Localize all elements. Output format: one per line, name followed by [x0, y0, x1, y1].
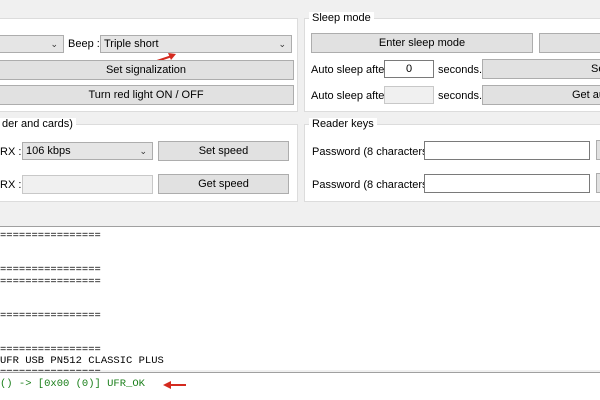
enter-sleep-label: Enter sleep mode	[378, 37, 466, 49]
rx-speed-select[interactable]: 106 kbps ⌄	[22, 142, 153, 160]
auto-sleep-seconds-value: 0	[405, 63, 413, 75]
red-light-toggle-button[interactable]: Turn red light ON / OFF	[0, 85, 294, 105]
password-input-1[interactable]	[424, 141, 590, 160]
beep-select[interactable]: Triple short ⌄	[100, 35, 292, 53]
rx-label-2: RX :	[0, 179, 22, 191]
beep-label: Beep :	[68, 38, 100, 50]
speed-group-title: der and cards)	[0, 118, 76, 130]
signal-mode-select[interactable]: ⌄	[0, 35, 64, 53]
password-2-action-button[interactable]	[596, 173, 600, 193]
password-label: Password (8 characters) :	[312, 146, 438, 158]
set-speed-label: Set speed	[198, 145, 249, 157]
reader-keys-title: Reader keys	[309, 118, 377, 130]
password-label-2: Password (8 characters) :	[312, 179, 438, 191]
get-speed-label: Get speed	[198, 178, 249, 190]
set-auto-sleep-button[interactable]: Se	[482, 59, 600, 79]
log-line: ================	[0, 309, 101, 322]
enter-sleep-mode-button[interactable]: Enter sleep mode	[311, 33, 533, 53]
annotation-arrow-icon	[163, 381, 186, 389]
auto-sleep-seconds-input[interactable]: 0	[384, 60, 434, 78]
log-line: ================	[0, 230, 101, 242]
set-signalization-button[interactable]: Set signalization	[0, 60, 294, 80]
log-console[interactable]: ================ ================ =======…	[0, 226, 600, 379]
set-signalization-label: Set signalization	[105, 64, 187, 76]
auto-sleep-label: Auto sleep after	[311, 64, 389, 76]
auto-sleep-readout-input	[384, 86, 434, 104]
auto-sleep-label-2: Auto sleep after	[311, 90, 389, 102]
seconds-label-2: seconds.	[438, 90, 483, 102]
log-line: ================	[0, 275, 101, 288]
chevron-down-icon: ⌄	[139, 146, 147, 156]
seconds-label: seconds.	[438, 64, 483, 76]
password-input-2[interactable]	[424, 174, 590, 193]
log-lines: ================ ================ =======…	[0, 230, 600, 379]
password-1-action-button[interactable]	[596, 140, 600, 160]
sleep-mode-title: Sleep mode	[309, 12, 374, 24]
get-speed-button[interactable]: Get speed	[158, 174, 289, 194]
set-speed-button[interactable]: Set speed	[158, 141, 289, 161]
chevron-down-icon: ⌄	[50, 39, 58, 49]
chevron-down-icon: ⌄	[278, 39, 286, 49]
red-light-label: Turn red light ON / OFF	[88, 89, 204, 101]
status-bar: () -> [0x00 (0)] UFR_OK	[0, 372, 600, 400]
status-text: () -> [0x00 (0)] UFR_OK	[0, 378, 145, 390]
rx-speed-value: 106 kbps	[26, 145, 71, 157]
log-line: ================	[0, 264, 101, 277]
rx-speed-readout	[22, 175, 153, 194]
exit-sleep-mode-button[interactable]	[539, 33, 600, 53]
get-auto-sleep-label: Get au	[572, 89, 600, 101]
get-auto-sleep-button[interactable]: Get au	[482, 85, 600, 105]
beep-select-value: Triple short	[104, 38, 159, 50]
rx-label: RX :	[0, 146, 22, 158]
set-auto-sleep-label: Se	[591, 63, 600, 75]
